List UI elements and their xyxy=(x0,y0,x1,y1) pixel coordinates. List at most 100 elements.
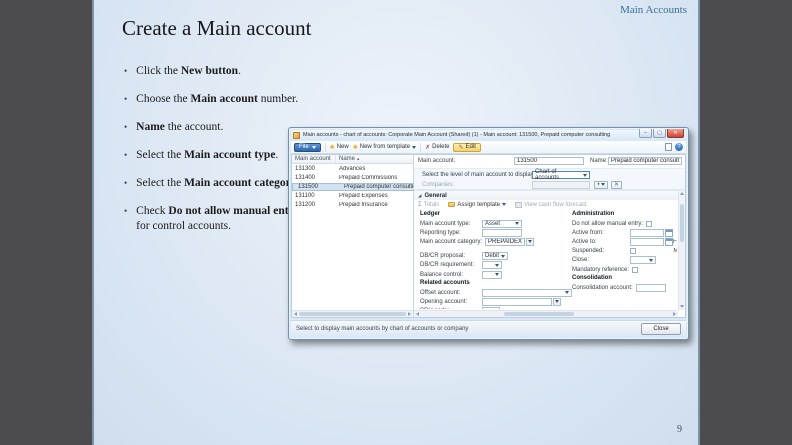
window-titlebar[interactable]: Main accounts - chart of accounts: Corpo… xyxy=(291,130,686,141)
chevron-down-icon xyxy=(555,300,559,303)
active-from-input[interactable] xyxy=(630,229,673,237)
lookup-button[interactable] xyxy=(553,298,561,306)
scroll-down-icon[interactable] xyxy=(680,305,684,308)
bullet-list: •Click the New button.•Choose the Main a… xyxy=(124,64,306,247)
table-row[interactable]: 131200Prepaid Insurance xyxy=(292,201,413,211)
main-account-input[interactable] xyxy=(514,157,584,165)
scrollbar-thumb[interactable] xyxy=(680,204,684,242)
mandatory-reference-checkbox[interactable] xyxy=(632,267,638,273)
field-row: Reporting type: xyxy=(420,228,572,237)
field-row: Consolidation account: xyxy=(572,283,677,292)
scroll-left-icon[interactable] xyxy=(416,312,419,316)
chevron-down-icon xyxy=(565,291,569,294)
vertical-scrollbar[interactable] xyxy=(678,190,685,310)
general-section-label: General xyxy=(424,193,446,199)
bullet-item: •Check Do not allow manual entry for con… xyxy=(124,204,306,234)
chevron-down-icon xyxy=(495,273,499,276)
bullet-icon: • xyxy=(124,64,127,79)
file-button[interactable]: File xyxy=(294,143,321,152)
dbcr-proposal-select[interactable]: Debit xyxy=(482,252,508,260)
active-to-input[interactable] xyxy=(630,238,673,246)
view-cash-flow-button[interactable]: View cash flow forecast xyxy=(515,202,587,208)
dbcr-requirement-select[interactable] xyxy=(482,261,502,269)
bullet-text: Name the account. xyxy=(136,120,223,135)
bullet-item: • Click the New button. xyxy=(124,64,306,79)
edit-button[interactable]: ✎ Edit xyxy=(453,143,480,152)
column-header-main-account[interactable]: Main account xyxy=(292,155,336,163)
delete-button[interactable]: ✗ Delete xyxy=(425,144,449,151)
view-cash-flow-label: View cash flow forecast xyxy=(524,202,587,208)
general-section-toolbar: Σ Totals Assign template View cash flow … xyxy=(418,200,677,209)
suspended-checkbox[interactable] xyxy=(630,248,636,254)
page-number: 9 xyxy=(677,424,682,435)
calendar-icon[interactable] xyxy=(665,238,673,246)
help-icon[interactable]: ? xyxy=(675,143,683,151)
chevron-down-icon xyxy=(312,146,316,149)
chevron-down-icon xyxy=(601,183,605,186)
scrollbar-thumb[interactable] xyxy=(504,312,574,316)
cell-main-account: 131400 xyxy=(292,175,336,181)
field-label: Consolidation account: xyxy=(572,285,636,291)
document-attachments-icon[interactable] xyxy=(665,143,672,151)
clear-companies-button[interactable]: ✕ xyxy=(611,181,622,189)
new-button[interactable]: ✱ New xyxy=(330,144,349,151)
close-window-button[interactable]: ✕ xyxy=(667,129,684,138)
scroll-left-icon[interactable] xyxy=(294,312,297,316)
general-fasttab-header[interactable]: ◢ General xyxy=(414,190,678,200)
page-title: Create a Main account xyxy=(122,16,312,41)
maximize-button[interactable]: ▢ xyxy=(653,129,666,138)
expand-icon: ◢ xyxy=(418,193,421,199)
balance-control-select[interactable] xyxy=(482,271,502,279)
scroll-right-icon[interactable] xyxy=(673,312,676,316)
clear-icon: ✕ xyxy=(614,182,619,188)
close-select[interactable] xyxy=(630,256,656,264)
add-companies-button[interactable]: + xyxy=(594,181,608,189)
panel-horizontal-scrollbar[interactable] xyxy=(414,310,678,317)
field-row: SRU code: xyxy=(420,307,572,310)
minimize-button[interactable]: – xyxy=(639,129,652,138)
delete-button-label: Delete xyxy=(432,144,449,150)
totals-label: Totals xyxy=(424,202,440,208)
main-account-field-label: Main account: xyxy=(418,158,455,164)
table-row[interactable]: 131500Prepaid computer consulting xyxy=(292,183,423,191)
cell-name: Prepaid Insurance xyxy=(336,202,413,208)
close-form-button[interactable]: Close xyxy=(641,323,681,335)
edit-button-label: Edit xyxy=(466,144,476,150)
field-row: Main account category: xyxy=(420,237,572,246)
offset-account-select[interactable] xyxy=(482,289,572,297)
main-account-type-select[interactable]: Asset xyxy=(482,220,522,228)
column-header-name[interactable]: Name ▴ xyxy=(336,156,413,162)
cell-main-account: 131300 xyxy=(292,166,336,172)
main-account-category-lookup[interactable] xyxy=(485,238,534,246)
table-row[interactable]: 131400Prepaid Commissions xyxy=(292,174,413,184)
assign-template-button[interactable]: Assign template xyxy=(448,202,506,208)
field-row: Balance control: xyxy=(420,270,572,279)
chevron-down-icon xyxy=(583,174,587,177)
display-level-select[interactable]: Chart of accounts xyxy=(532,171,590,179)
display-level-label: Select the level of main account to disp… xyxy=(422,172,535,178)
display-level-value: Chart of accounts xyxy=(535,169,581,181)
consolidation-account-input[interactable] xyxy=(636,284,666,292)
column-header-name-label: Name xyxy=(339,156,355,162)
calendar-icon[interactable] xyxy=(665,229,673,237)
table-row[interactable]: 131300Advances xyxy=(292,164,413,174)
close-icon: ✕ xyxy=(673,130,677,136)
reporting-type-input[interactable] xyxy=(482,229,522,237)
field-label: DB/CR proposal: xyxy=(420,253,482,259)
new-from-template-button[interactable]: ✱ New from template xyxy=(353,144,416,151)
scroll-right-icon[interactable] xyxy=(408,312,411,316)
grid-horizontal-scrollbar[interactable] xyxy=(292,310,413,317)
name-input[interactable] xyxy=(608,157,682,165)
sru-code-input[interactable] xyxy=(482,307,500,309)
scrollbar-thumb[interactable] xyxy=(299,312,406,316)
do-not-allow-manual-entry-checkbox[interactable] xyxy=(646,221,652,227)
field-row: DB/CR proposal:Debit xyxy=(420,252,572,261)
scroll-up-icon[interactable] xyxy=(680,192,684,195)
table-row[interactable]: 131100Prepaid Expenses xyxy=(292,191,413,201)
grid-header-row: Main account Name ▴ xyxy=(292,155,413,164)
totals-button[interactable]: Σ Totals xyxy=(418,202,439,208)
opening-account-lookup[interactable] xyxy=(482,298,561,306)
bullet-item: •Name the account. xyxy=(124,120,306,135)
bullet-text: Click the New button. xyxy=(136,64,241,79)
lookup-button[interactable] xyxy=(526,238,534,246)
